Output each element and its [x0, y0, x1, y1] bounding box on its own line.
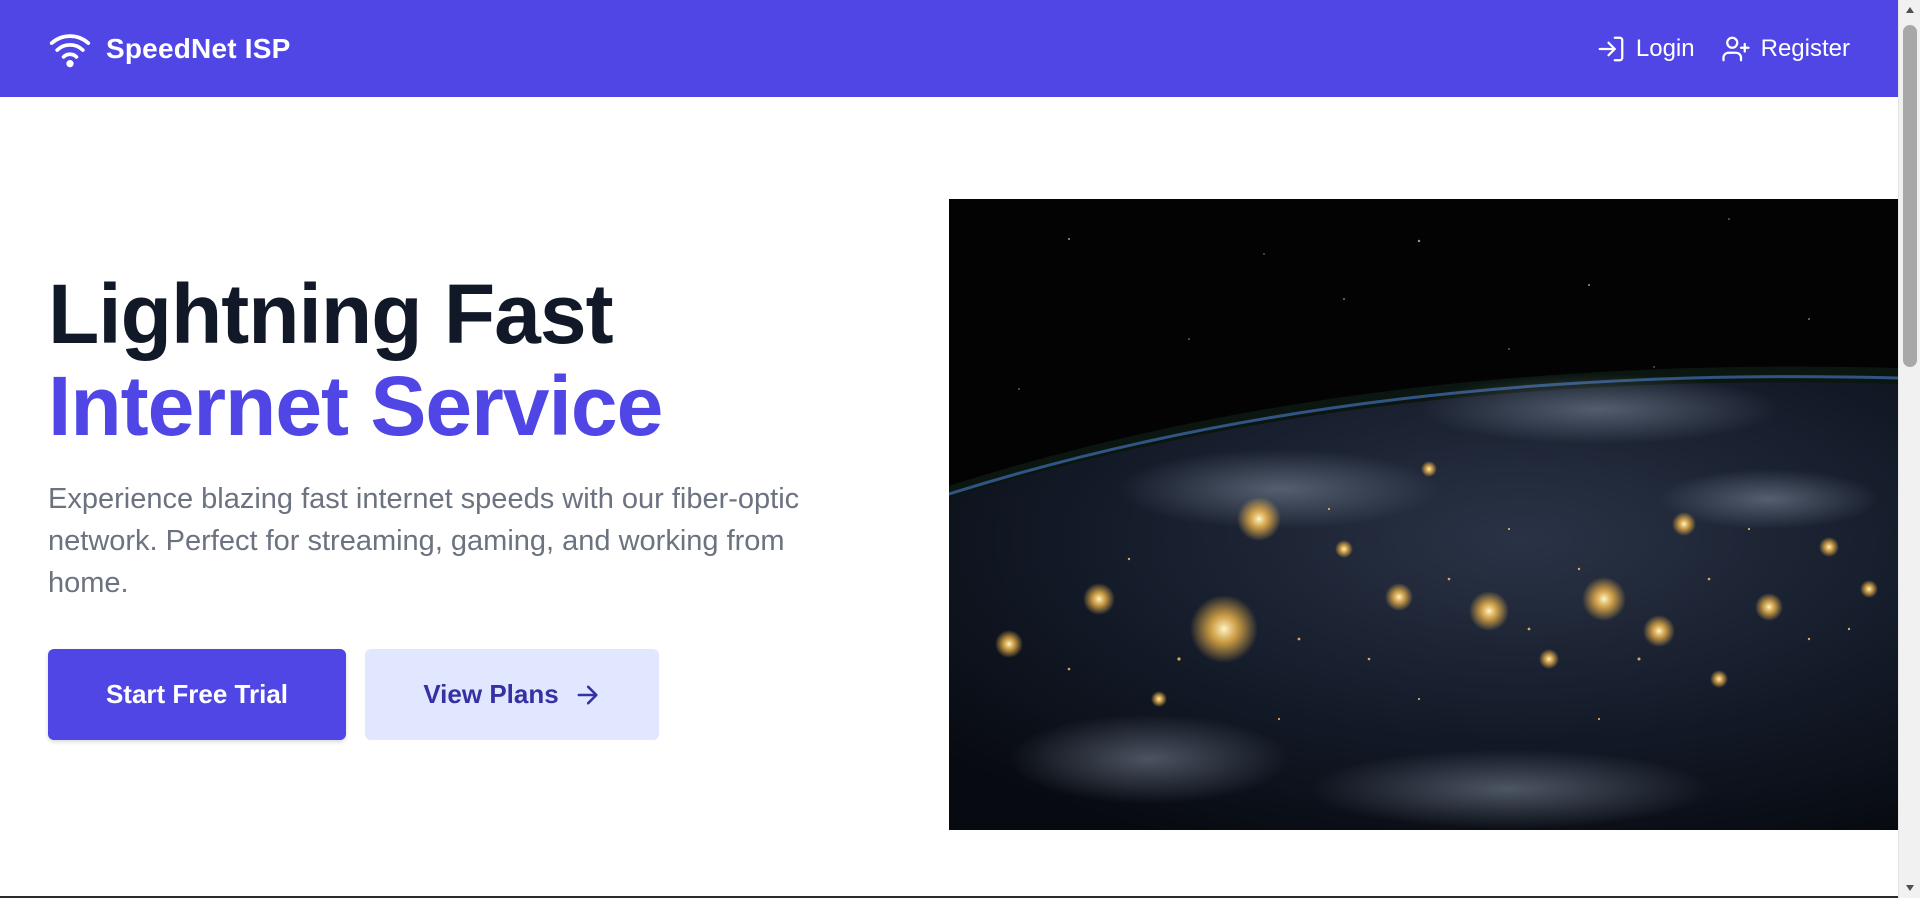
hero-description: Experience blazing fast internet speeds …	[48, 483, 800, 599]
brand-name: SpeedNet ISP	[106, 32, 291, 64]
page: SpeedNet ISP Login Register Lightning Fa…	[0, 0, 1920, 898]
user-plus-icon	[1721, 34, 1751, 64]
brand[interactable]: SpeedNet ISP	[48, 27, 290, 71]
hero-headline: Lightning Fast Internet Service	[48, 268, 908, 452]
header-nav: Login Register	[1596, 34, 1850, 64]
scroll-up-icon[interactable]	[1899, 0, 1920, 20]
earth-at-night-image	[949, 199, 1898, 830]
start-free-trial-button[interactable]: Start Free Trial	[48, 649, 346, 740]
vertical-scrollbar[interactable]	[1898, 0, 1920, 898]
hero-content: Lightning Fast Internet Service Experien…	[48, 268, 908, 604]
register-label: Register	[1760, 34, 1850, 62]
login-icon	[1596, 34, 1626, 64]
scroll-down-icon[interactable]	[1899, 878, 1920, 898]
start-free-trial-label: Start Free Trial	[105, 679, 289, 709]
register-link[interactable]: Register	[1721, 34, 1850, 64]
scrollbar-thumb[interactable]	[1903, 25, 1917, 367]
view-plans-button[interactable]: View Plans	[365, 649, 659, 740]
headline-line-2: Internet Service	[48, 359, 663, 453]
top-navbar: SpeedNet ISP Login Register	[0, 0, 1898, 97]
login-label: Login	[1635, 34, 1695, 62]
headline-line-1: Lightning Fast	[48, 267, 614, 361]
view-plans-label: View Plans	[423, 679, 559, 709]
hero-actions: Start Free Trial View Plans	[48, 649, 659, 740]
arrow-right-icon	[573, 681, 601, 709]
login-link[interactable]: Login	[1596, 34, 1695, 64]
wifi-icon	[48, 27, 92, 71]
